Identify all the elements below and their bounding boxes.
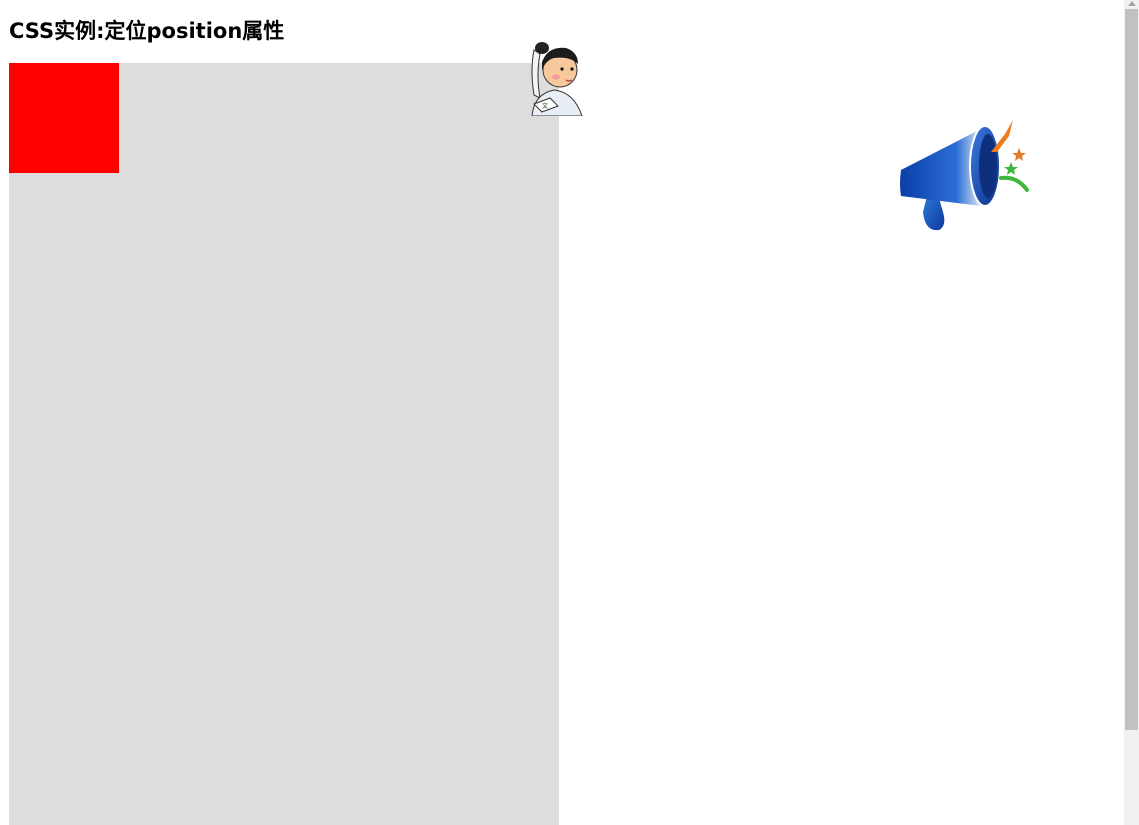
megaphone-icon <box>893 114 1033 238</box>
red-positioned-box <box>9 63 119 173</box>
scrollbar-thumb[interactable] <box>1125 9 1138 730</box>
cartoon-character-image: 文 <box>524 40 584 116</box>
page-title: CSS实例:定位position属性 <box>9 19 285 43</box>
scroll-up-arrow-icon[interactable] <box>1128 1 1136 6</box>
gray-container-box <box>9 63 559 825</box>
vertical-scrollbar[interactable] <box>1124 0 1139 825</box>
svg-text:文: 文 <box>542 102 548 110</box>
